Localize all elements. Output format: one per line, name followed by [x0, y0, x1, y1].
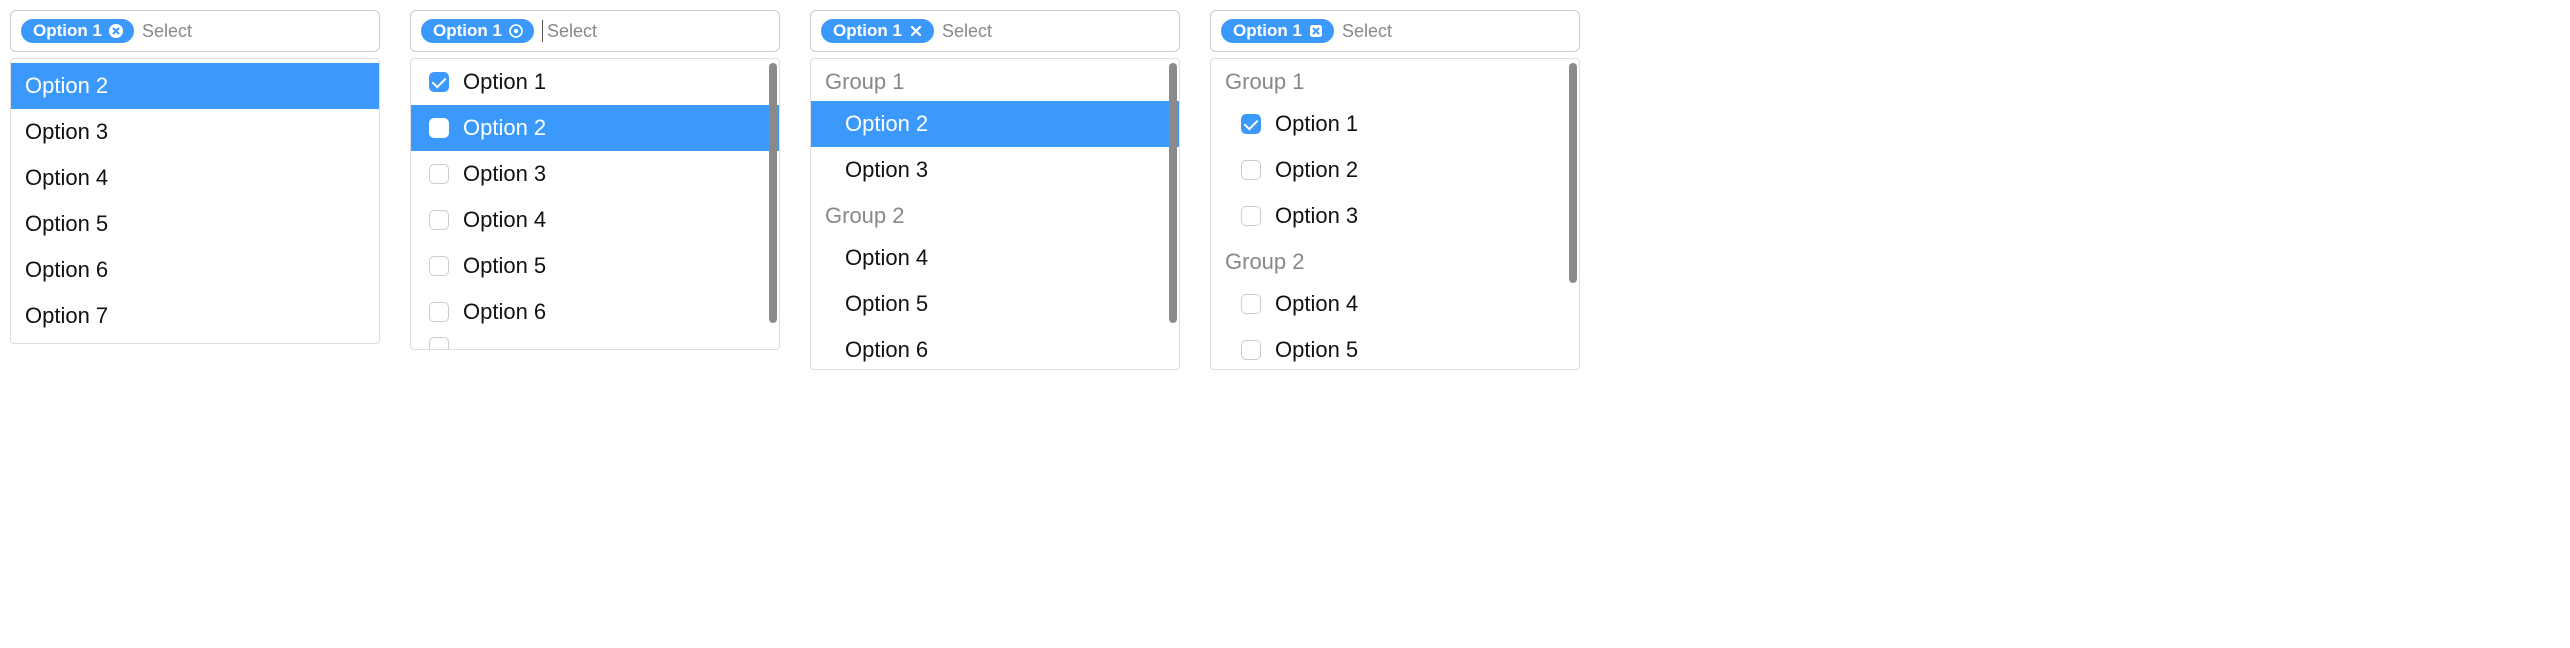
scrollbar-thumb[interactable]: [769, 63, 777, 323]
checkbox-icon: [1241, 340, 1261, 360]
option-label: Option 3: [1275, 203, 1358, 229]
text-cursor: [542, 20, 543, 42]
select-menu: Group 1 Option 1 Option 2 Option 3: [1210, 58, 1580, 370]
remove-tag-icon[interactable]: [108, 23, 124, 39]
selected-tag[interactable]: Option 1: [421, 19, 534, 43]
checkbox-icon: [1241, 206, 1261, 226]
checkbox-icon: [429, 302, 449, 322]
option-item[interactable]: Option 4: [811, 235, 1179, 281]
option-item[interactable]: Option 5: [411, 243, 779, 289]
select-menu: Option 2 Option 3 Option 4 Option 5 Opti…: [10, 58, 380, 344]
checkbox-icon: [429, 337, 449, 349]
option-group: Group 1 Option 1 Option 2 Option 3: [1211, 59, 1579, 239]
option-label: Option 2: [463, 115, 546, 141]
scrollbar-thumb[interactable]: [1569, 63, 1577, 283]
select-widget-grouped: Option 1 Select Group 1 Option 2 Option …: [810, 10, 1180, 370]
option-group: Group 2 Option 4 Option 5: [1211, 239, 1579, 369]
option-item[interactable]: Option 6: [811, 327, 1179, 369]
option-item[interactable]: Option 2: [1211, 147, 1579, 193]
select-control[interactable]: Option 1 Select: [410, 10, 780, 52]
remove-tag-icon[interactable]: [508, 23, 524, 39]
option-item[interactable]: Option 1: [1211, 101, 1579, 147]
group-label: Group 2: [1211, 239, 1579, 281]
remove-tag-icon[interactable]: [908, 23, 924, 39]
option-label: Option 4: [1275, 291, 1358, 317]
select-placeholder: Select: [142, 21, 192, 42]
option-item[interactable]: Option 3: [811, 147, 1179, 193]
select-control[interactable]: Option 1 Select: [810, 10, 1180, 52]
checkbox-icon: [1241, 294, 1261, 314]
checkbox-icon: [429, 164, 449, 184]
menu-scroll-area[interactable]: Option 1 Option 2 Option 3 Option 4 Opti…: [411, 59, 779, 349]
select-control[interactable]: Option 1 Select: [1210, 10, 1580, 52]
option-group: Group 1 Option 2 Option 3: [811, 59, 1179, 193]
option-item[interactable]: Option 4: [11, 155, 379, 201]
select-menu: Group 1 Option 2 Option 3 Group 2 Option…: [810, 58, 1180, 370]
tag-label: Option 1: [1233, 21, 1302, 41]
option-label: Option 4: [463, 207, 546, 233]
option-item[interactable]: Option 4: [411, 197, 779, 243]
tag-label: Option 1: [833, 21, 902, 41]
option-item[interactable]: Option 3: [411, 151, 779, 197]
group-label: Group 1: [1211, 59, 1579, 101]
checkbox-icon: [429, 72, 449, 92]
select-widget-plain: Option 1 Select Option 2 Option 3 Option…: [10, 10, 380, 344]
checkbox-icon: [429, 256, 449, 276]
option-item[interactable]: Option 6: [411, 289, 779, 335]
option-item[interactable]: Option 5: [1211, 327, 1579, 369]
option-item[interactable]: Option 5: [11, 201, 379, 247]
tag-label: Option 1: [33, 21, 102, 41]
option-label: Option 1: [1275, 111, 1358, 137]
checkbox-icon: [429, 210, 449, 230]
select-variants-row: Option 1 Select Option 2 Option 3 Option…: [10, 10, 2560, 370]
select-placeholder: Select: [1342, 21, 1392, 42]
option-label: Option 5: [463, 253, 546, 279]
option-item[interactable]: Option 3: [11, 109, 379, 155]
selected-tag[interactable]: Option 1: [821, 19, 934, 43]
select-placeholder: Select: [547, 21, 597, 42]
option-item[interactable]: Option 2: [811, 101, 1179, 147]
select-menu: Option 1 Option 2 Option 3 Option 4 Opti…: [410, 58, 780, 350]
option-label: Option 2: [1275, 157, 1358, 183]
option-label: Option 6: [463, 299, 546, 325]
select-widget-grouped-checkbox: Option 1 Select Group 1 Option 1 Option: [1210, 10, 1580, 370]
option-item[interactable]: Option 7: [11, 293, 379, 339]
option-label: Option 1: [463, 69, 546, 95]
scrollbar-thumb[interactable]: [1169, 63, 1177, 323]
select-placeholder: Select: [942, 21, 992, 42]
option-item-partial[interactable]: [411, 335, 779, 349]
option-item[interactable]: Option 6: [11, 247, 379, 293]
checkbox-icon: [429, 118, 449, 138]
remove-tag-icon[interactable]: [1308, 23, 1324, 39]
select-control[interactable]: Option 1 Select: [10, 10, 380, 52]
checkbox-icon: [1241, 160, 1261, 180]
group-label: Group 1: [811, 59, 1179, 101]
selected-tag[interactable]: Option 1: [21, 19, 134, 43]
option-item[interactable]: Option 4: [1211, 281, 1579, 327]
group-label: Group 2: [811, 193, 1179, 235]
option-label: Option 5: [1275, 337, 1358, 363]
select-widget-checkbox: Option 1 Select Option 1 Option 2: [410, 10, 780, 350]
option-item[interactable]: Option 5: [811, 281, 1179, 327]
selected-tag[interactable]: Option 1: [1221, 19, 1334, 43]
menu-scroll-area[interactable]: Group 1 Option 2 Option 3 Group 2 Option…: [811, 59, 1179, 369]
checkbox-icon: [1241, 114, 1261, 134]
tag-label: Option 1: [433, 21, 502, 41]
option-item[interactable]: Option 2: [411, 105, 779, 151]
option-item[interactable]: Option 2: [11, 63, 379, 109]
option-label: Option 3: [463, 161, 546, 187]
option-item[interactable]: Option 3: [1211, 193, 1579, 239]
option-group: Group 2 Option 4 Option 5 Option 6: [811, 193, 1179, 369]
menu-scroll-area[interactable]: Group 1 Option 1 Option 2 Option 3: [1211, 59, 1579, 369]
option-item[interactable]: Option 1: [411, 59, 779, 105]
